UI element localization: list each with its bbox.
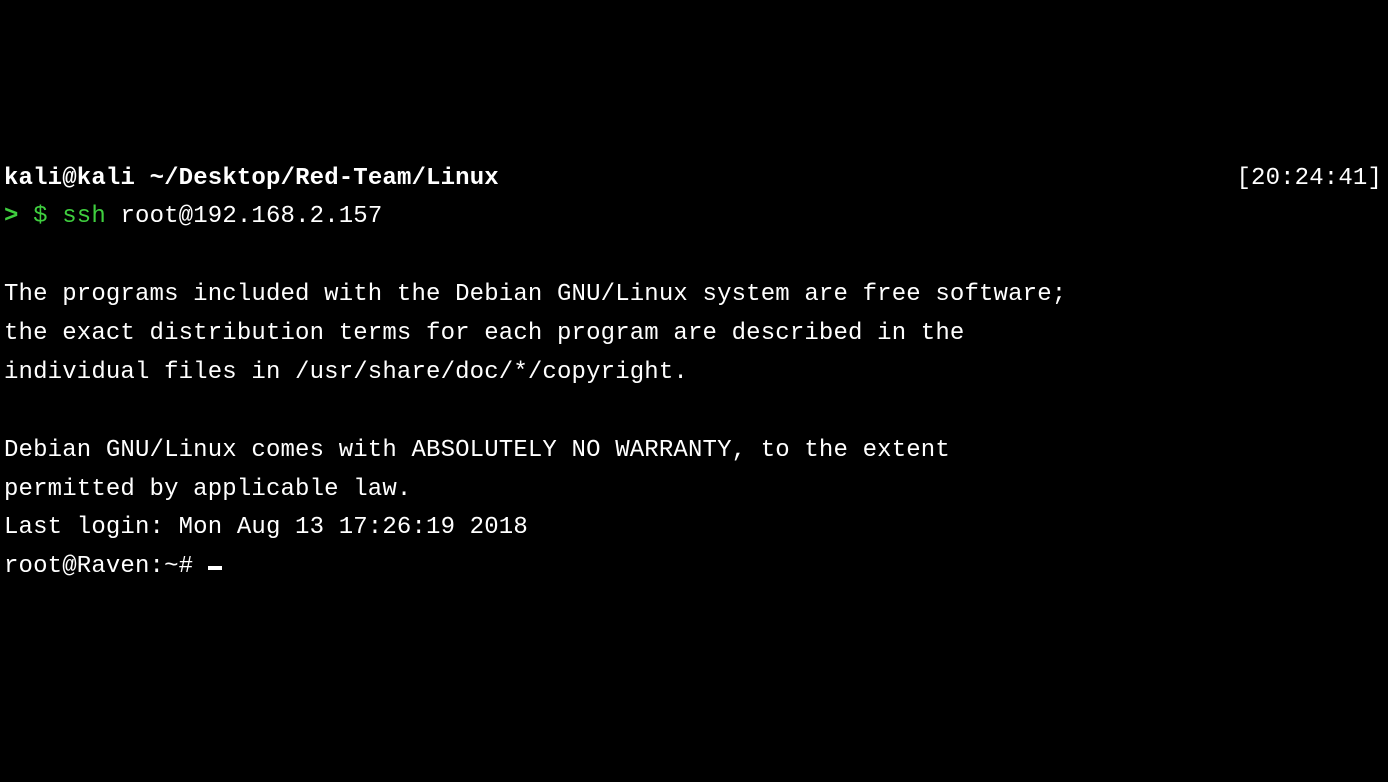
path-separator [135,165,150,192]
motd-line-3: individual files in /usr/share/doc/*/cop… [4,354,1384,393]
timestamp: [20:24:41] [1236,160,1384,199]
prompt-arrow-icon: > [4,203,19,230]
dollar-sign: $ [19,203,63,230]
prompt-user: kali [4,165,62,192]
command-name: ssh [62,203,106,230]
last-login: Last login: Mon Aug 13 17:26:19 2018 [4,509,1384,548]
prompt-line-1: kali@kali ~/Desktop/Red-Team/Linux [20:24… [4,160,1384,199]
motd-line-4: Debian GNU/Linux comes with ABSOLUTELY N… [4,432,1384,471]
motd-line-5: permitted by applicable law. [4,471,1384,510]
motd-line-1: The programs included with the Debian GN… [4,276,1384,315]
command-args: root@192.168.2.157 [106,203,383,230]
motd-line-2: the exact distribution terms for each pr… [4,315,1384,354]
cursor-icon [208,566,222,570]
remote-prompt[interactable]: root@Raven:~# [4,553,208,580]
prompt-host: kali [77,165,135,192]
terminal[interactable]: kali@kali ~/Desktop/Red-Team/Linux [20:24… [4,160,1384,588]
at-symbol: @ [62,165,77,192]
prompt-line-2: > $ ssh root@192.168.2.157 [4,198,1384,237]
prompt-cwd: ~/Desktop/Red-Team/Linux [150,165,499,192]
